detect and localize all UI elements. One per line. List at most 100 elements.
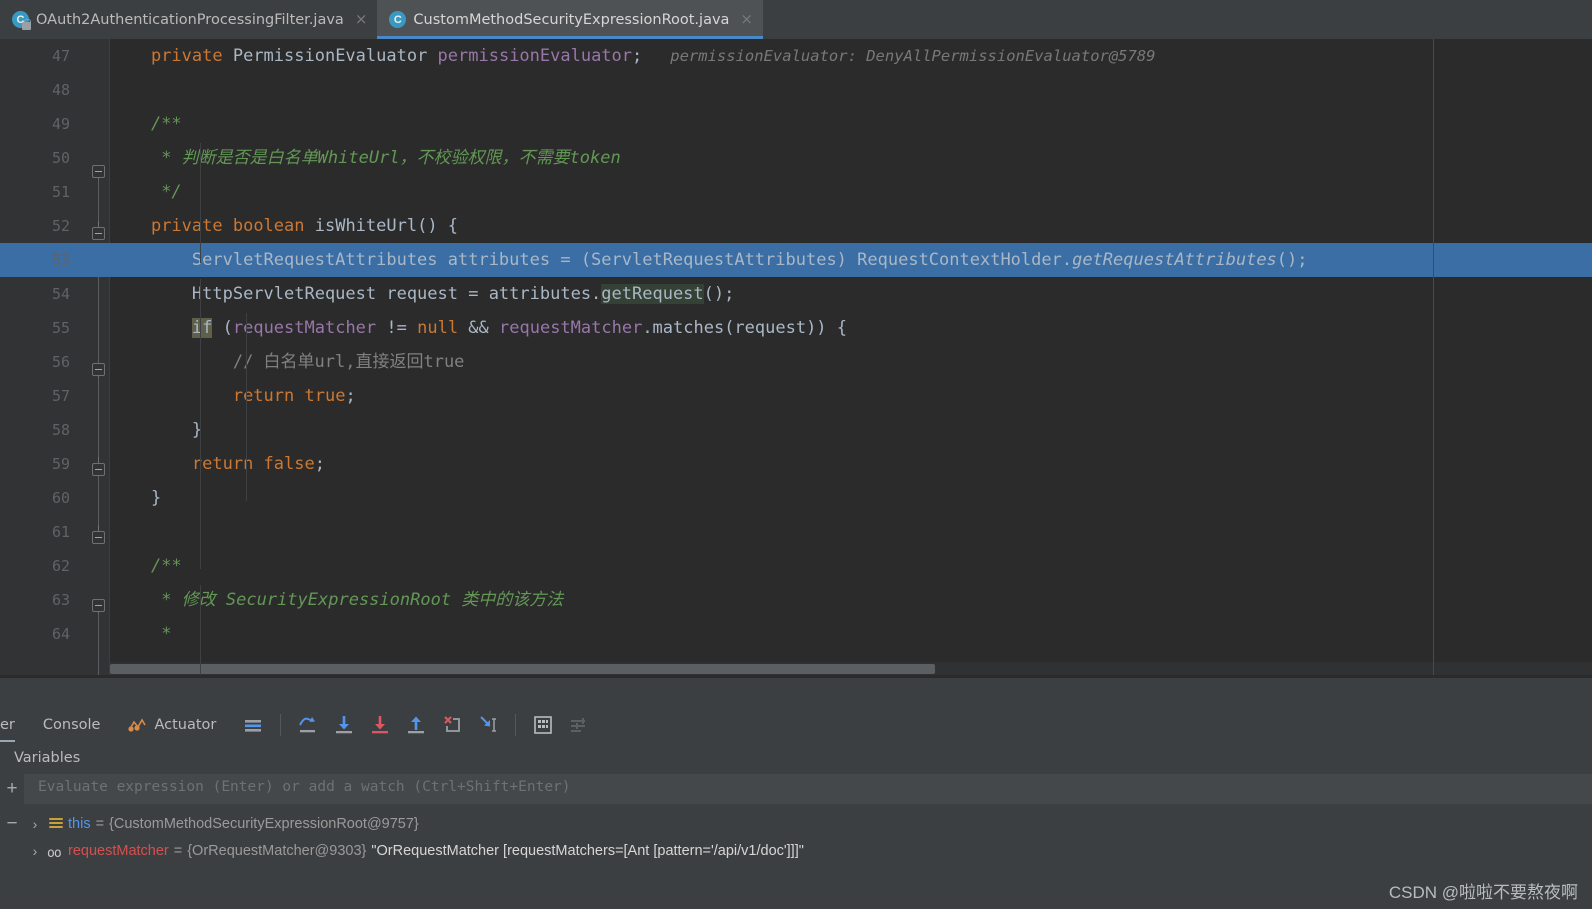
line-number: 54 xyxy=(51,285,70,303)
code-text: private boolean isWhiteUrl() { xyxy=(150,216,459,236)
code-line[interactable]: 60 } xyxy=(0,481,1592,515)
close-icon[interactable]: × xyxy=(355,12,368,27)
variable-name: this xyxy=(68,815,91,832)
code-text: * 判断是否是白名单WhiteUrl，不校验权限，不需要token xyxy=(150,148,621,168)
remove-watch-button[interactable]: − xyxy=(4,814,20,833)
line-number: 56 xyxy=(51,353,70,371)
equals-sign: = xyxy=(173,842,183,859)
close-icon[interactable]: × xyxy=(740,12,753,27)
debug-tool-window: er Console Actuator Variables + − Evalua… xyxy=(0,675,1592,909)
line-number: 57 xyxy=(51,387,70,405)
editor-horizontal-scrollbar[interactable] xyxy=(110,662,1592,675)
code-line[interactable]: 56 // 白名单url,直接返回true xyxy=(0,345,1592,379)
code-line[interactable]: 55 if (requestMatcher != null && request… xyxy=(0,311,1592,345)
toolbar-separator xyxy=(280,714,282,736)
code-line[interactable]: 51 */ xyxy=(0,175,1592,209)
code-line[interactable]: 47 private PermissionEvaluator permissio… xyxy=(0,39,1592,73)
line-number: 53 xyxy=(51,251,70,269)
code-line[interactable]: 59 return false; xyxy=(0,447,1592,481)
scrollbar-thumb[interactable] xyxy=(110,664,935,674)
step-over-icon[interactable] xyxy=(293,710,323,740)
debug-toolbar: er Console Actuator xyxy=(0,704,1592,746)
code-editor[interactable]: 47 private PermissionEvaluator permissio… xyxy=(0,39,1592,675)
line-number: 60 xyxy=(51,489,70,507)
line-number: 62 xyxy=(51,557,70,575)
code-text: * 修改 SecurityExpressionRoot 类中的该方法 xyxy=(150,590,564,610)
indent-guide xyxy=(200,143,201,263)
object-field-icon xyxy=(46,816,68,832)
code-line[interactable]: 63 * 修改 SecurityExpressionRoot 类中的该方法 xyxy=(0,583,1592,617)
add-watch-button[interactable]: + xyxy=(4,779,20,798)
code-text: /** xyxy=(150,114,182,134)
code-line[interactable]: 52 private boolean isWhiteUrl() { xyxy=(0,209,1592,243)
step-into-icon[interactable] xyxy=(329,710,359,740)
evaluate-placeholder: Evaluate expression (Enter) or add a wat… xyxy=(38,779,571,795)
watch-rail: + − xyxy=(0,774,24,909)
variables-tab-label: Variables xyxy=(14,750,81,766)
code-text: HttpServletRequest request = attributes.… xyxy=(191,284,735,304)
line-number: 49 xyxy=(51,115,70,133)
panel-divider[interactable] xyxy=(0,675,1592,678)
code-line[interactable]: 61 xyxy=(0,515,1592,549)
variables-panel: + − Evaluate expression (Enter) or add a… xyxy=(0,774,1592,909)
variable-value: {CustomMethodSecurityExpressionRoot@9757… xyxy=(109,815,419,832)
tab-actuator[interactable]: Actuator xyxy=(114,704,230,746)
editor-tab-customroot[interactable]: C CustomMethodSecurityExpressionRoot.jav… xyxy=(377,0,763,39)
force-step-into-icon[interactable] xyxy=(365,710,395,740)
code-text: private PermissionEvaluator permissionEv… xyxy=(150,46,1156,66)
tab-console[interactable]: Console xyxy=(29,704,115,746)
tab-debugger[interactable]: er xyxy=(0,704,29,746)
line-number: 47 xyxy=(51,47,70,65)
code-text: return true; xyxy=(232,386,356,406)
indent-guide xyxy=(200,279,201,569)
code-line[interactable]: 53 ServletRequestAttributes attributes =… xyxy=(0,243,1592,277)
evaluate-expression-input[interactable]: Evaluate expression (Enter) or add a wat… xyxy=(24,774,1592,804)
code-line[interactable]: 54 HttpServletRequest request = attribut… xyxy=(0,277,1592,311)
show-execution-point-icon[interactable] xyxy=(238,710,268,740)
variable-value: {OrRequestMatcher@9303} xyxy=(187,842,367,859)
variables-tab-header[interactable]: Variables xyxy=(0,746,1592,774)
code-text: } xyxy=(150,488,162,508)
code-line[interactable]: 49 /** xyxy=(0,107,1592,141)
variable-row-requestmatcher[interactable]: › oo requestMatcher = {OrRequestMatcher@… xyxy=(24,837,1592,864)
intellij-idea-window: C OAuth2AuthenticationProcessingFilter.j… xyxy=(0,0,1592,909)
run-to-cursor-icon[interactable] xyxy=(473,710,503,740)
code-text: return false; xyxy=(191,454,325,474)
variable-string-value: "OrRequestMatcher [requestMatchers=[Ant … xyxy=(371,842,804,859)
code-line[interactable]: 57 return true; xyxy=(0,379,1592,413)
settings-icon[interactable] xyxy=(564,710,594,740)
editor-tab-bar: C OAuth2AuthenticationProcessingFilter.j… xyxy=(0,0,1592,39)
line-number: 58 xyxy=(51,421,70,439)
evaluate-expression-icon[interactable] xyxy=(528,710,558,740)
code-line[interactable]: 62 /** xyxy=(0,549,1592,583)
chevron-right-icon[interactable]: › xyxy=(24,816,46,832)
actuator-icon xyxy=(128,717,147,733)
line-number: 48 xyxy=(51,81,70,99)
line-number: 52 xyxy=(51,217,70,235)
code-line[interactable]: 58 } xyxy=(0,413,1592,447)
chevron-right-icon[interactable]: › xyxy=(24,843,46,859)
code-line[interactable]: 50 * 判断是否是白名单WhiteUrl，不校验权限，不需要token xyxy=(0,141,1592,175)
code-text: ServletRequestAttributes attributes = (S… xyxy=(191,250,1308,270)
code-line[interactable]: 64 * xyxy=(0,617,1592,651)
line-number: 55 xyxy=(51,319,70,337)
code-text: /** xyxy=(150,556,182,576)
drop-frame-icon[interactable] xyxy=(437,710,467,740)
right-margin-rule xyxy=(1433,39,1434,675)
indent-guide xyxy=(200,585,201,675)
code-text: } xyxy=(191,420,203,440)
step-out-icon[interactable] xyxy=(401,710,431,740)
variable-name: requestMatcher xyxy=(68,842,169,859)
editor-tab-label: CustomMethodSecurityExpressionRoot.java xyxy=(413,11,730,28)
oo-field-icon: oo xyxy=(47,845,62,861)
editor-tab-label: OAuth2AuthenticationProcessingFilter.jav… xyxy=(36,11,344,28)
variable-row-this[interactable]: › this = {CustomMethodSecurityExpression… xyxy=(24,810,1592,837)
editor-tab-oauth2filter[interactable]: C OAuth2AuthenticationProcessingFilter.j… xyxy=(0,0,378,39)
indent-guide xyxy=(246,313,247,501)
equals-sign: = xyxy=(95,815,105,832)
code-line[interactable]: 48 xyxy=(0,73,1592,107)
csdn-watermark: CSDN @啦啦不要熬夜啊 xyxy=(1388,883,1578,902)
code-text: if (requestMatcher != null && requestMat… xyxy=(191,318,848,338)
toolbar-separator xyxy=(515,714,517,736)
line-number: 51 xyxy=(51,183,70,201)
